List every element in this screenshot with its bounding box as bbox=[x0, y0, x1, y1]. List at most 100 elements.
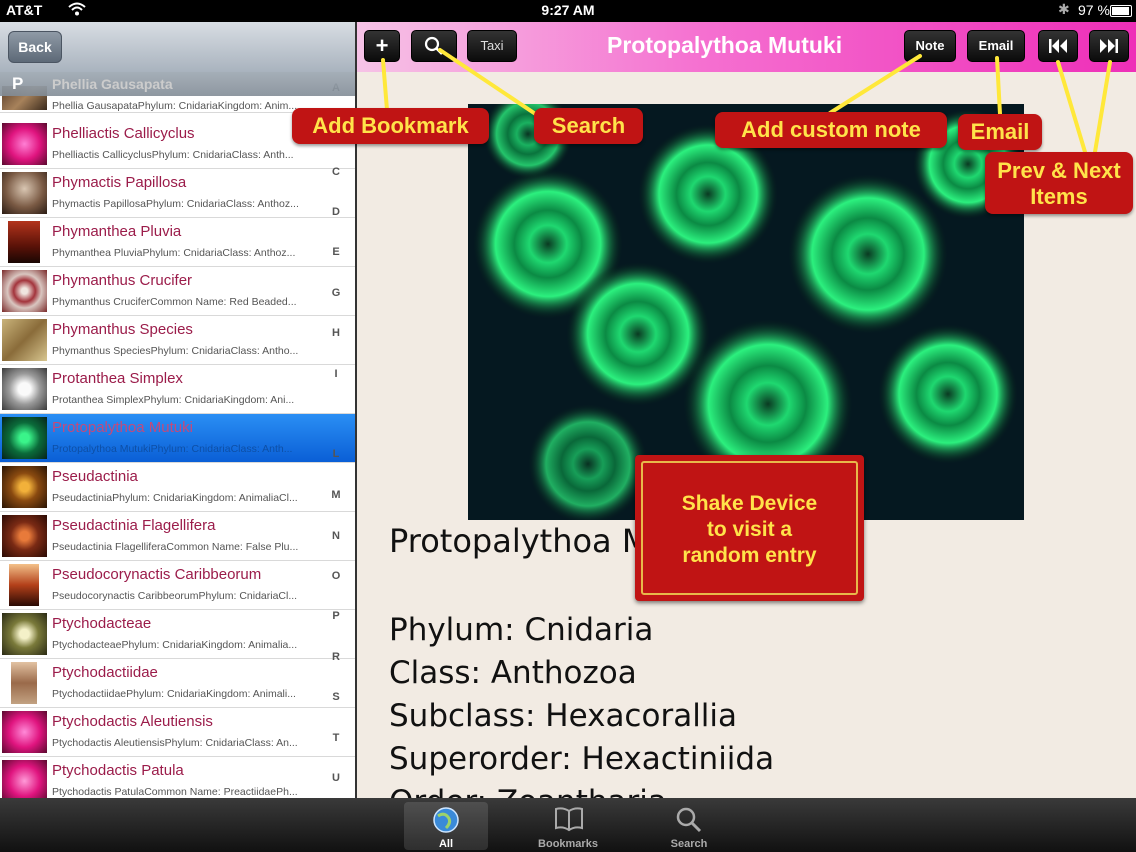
taxonomy-line: Class: Anthozoa bbox=[389, 655, 637, 691]
callout-shake: Shake Device to visit a random entry bbox=[635, 455, 864, 601]
list-item-title: Pseudocorynactis Caribbeorum bbox=[52, 566, 262, 583]
list-item-subtitle: Phymanthus CruciferCommon Name: Red Bead… bbox=[52, 296, 297, 308]
thumbnail bbox=[2, 172, 47, 214]
section-ghost-title: Phellia Gausapata bbox=[52, 76, 173, 92]
index-letter[interactable]: S bbox=[325, 691, 347, 703]
list-item-title: Phymanthus Species bbox=[52, 321, 193, 338]
list-item[interactable]: Phymanthus Crucifer Phymanthus CruciferC… bbox=[0, 267, 355, 316]
list-item[interactable]: Ptychodactis Patula Ptychodactis PatulaC… bbox=[0, 757, 355, 798]
list-item-subtitle: Protanthea SimplexPhylum: CnidariaKingdo… bbox=[52, 394, 295, 406]
list-item[interactable]: Pseudocorynactis Caribbeorum Pseudocoryn… bbox=[0, 561, 355, 610]
skip-back-icon bbox=[1049, 39, 1067, 53]
index-letter[interactable]: L bbox=[325, 448, 347, 460]
index-letter[interactable]: C bbox=[325, 166, 347, 178]
callout-email: Email bbox=[958, 114, 1042, 150]
index-letter[interactable]: D bbox=[325, 206, 347, 218]
bluetooth-icon: ✱ bbox=[1058, 1, 1070, 17]
callout-shake-line3: random entry bbox=[682, 544, 817, 567]
list-item[interactable]: Pseudactinia Flagellifera Pseudactinia F… bbox=[0, 512, 355, 561]
section-header: P Phellia Gausapata bbox=[0, 72, 355, 96]
thumbnail bbox=[9, 564, 39, 606]
callout-add-note: Add custom note bbox=[715, 112, 947, 148]
list-item-title: Pseudactinia Flagellifera bbox=[52, 517, 216, 534]
list-item-subtitle: Phymanthea PluviaPhylum: CnidariaClass: … bbox=[52, 247, 296, 259]
tab-bar: All Bookmarks Search bbox=[0, 798, 1136, 852]
index-letter[interactable]: U bbox=[325, 772, 347, 784]
callout-shake-line1: Shake Device bbox=[681, 492, 818, 515]
section-letter: P bbox=[12, 74, 24, 93]
detail-toolbar: + Taxi Protopalythoa Mutuki Note Email bbox=[357, 22, 1136, 72]
list-item-subtitle: Phymanthus SpeciesPhylum: CnidariaClass:… bbox=[52, 345, 299, 357]
book-icon bbox=[555, 807, 583, 832]
thumbnail bbox=[2, 711, 47, 753]
status-bar: AT&T 9:27 AM ✱ 97 % bbox=[0, 0, 1136, 22]
list-item-title: Ptychodacteae bbox=[52, 615, 152, 632]
taxonomy-line: Phylum: Cnidaria bbox=[389, 612, 654, 648]
globe-icon bbox=[433, 807, 459, 833]
email-button[interactable]: Email bbox=[967, 30, 1025, 62]
list-item[interactable]: Protanthea Simplex Protanthea SimplexPhy… bbox=[0, 365, 355, 414]
index-letter[interactable]: N bbox=[325, 530, 347, 542]
callout-prev-next-line1: Prev & Next bbox=[997, 158, 1121, 183]
list-item[interactable]: Pseudactinia PseudactiniaPhylum: Cnidari… bbox=[0, 463, 355, 512]
index-letter[interactable]: I bbox=[325, 368, 347, 380]
index-letter[interactable]: G bbox=[325, 287, 347, 299]
note-button[interactable]: Note bbox=[904, 30, 956, 62]
list-item[interactable]: Phymactis Papillosa Phymactis PapillosaP… bbox=[0, 169, 355, 218]
list-item-title: Ptychodactis Aleutiensis bbox=[52, 713, 213, 730]
list-item[interactable]: Phymanthea Pluvia Phymanthea PluviaPhylu… bbox=[0, 218, 355, 267]
search-button[interactable] bbox=[411, 30, 457, 62]
list-item-subtitle: Pseudocorynactis CaribbeorumPhylum: Cnid… bbox=[52, 590, 298, 602]
index-letter[interactable]: T bbox=[325, 732, 347, 744]
taxi-button[interactable]: Taxi bbox=[467, 30, 517, 62]
thumbnail bbox=[8, 221, 40, 263]
battery-percent: 97 % bbox=[1078, 2, 1110, 18]
next-item-button[interactable] bbox=[1089, 30, 1129, 62]
list-item[interactable]: Phymanthus Species Phymanthus SpeciesPhy… bbox=[0, 316, 355, 365]
tab-bookmarks[interactable]: Bookmarks bbox=[526, 802, 610, 850]
thumbnail bbox=[2, 417, 47, 459]
list-item[interactable]: Ptychodactiidae PtychodactiidaePhylum: C… bbox=[0, 659, 355, 708]
index-letter[interactable]: O bbox=[325, 570, 347, 582]
thumbnail bbox=[11, 662, 37, 704]
callout-add-bookmark: Add Bookmark bbox=[292, 108, 489, 144]
list-item[interactable]: Ptychodactis Aleutiensis Ptychodactis Al… bbox=[0, 708, 355, 757]
battery-icon bbox=[1110, 5, 1132, 17]
thumbnail bbox=[2, 270, 47, 312]
list-item-subtitle: Phymactis PapillosaPhylum: CnidariaClass… bbox=[52, 198, 299, 210]
previous-item-button[interactable] bbox=[1038, 30, 1078, 62]
list-item-subtitle: Ptychodactis PatulaCommon Name: Preactii… bbox=[52, 786, 298, 798]
taxonomy-line: Superorder: Hexactiniida bbox=[389, 741, 775, 777]
index-letter[interactable]: P bbox=[325, 610, 347, 622]
thumbnail bbox=[2, 123, 47, 165]
tab-all-label: All bbox=[438, 838, 454, 850]
list-item-subtitle: Pseudactinia FlagelliferaCommon Name: Fa… bbox=[52, 541, 299, 553]
thumbnail bbox=[2, 368, 47, 410]
list-item-title: Protanthea Simplex bbox=[52, 370, 183, 387]
index-letter[interactable]: H bbox=[325, 327, 347, 339]
tab-bookmarks-label: Bookmarks bbox=[538, 838, 598, 850]
index-letter[interactable]: M bbox=[325, 489, 347, 501]
callout-shake-line2: to visit a bbox=[706, 518, 793, 541]
list-item-subtitle: Ptychodactis AleutiensisPhylum: Cnidaria… bbox=[52, 737, 298, 749]
list-item-subtitle: PtychodacteaePhylum: CnidariaKingdom: An… bbox=[52, 639, 298, 651]
add-bookmark-button[interactable]: + bbox=[364, 30, 400, 62]
clock: 9:27 AM bbox=[541, 2, 595, 18]
list-item-subtitle: Phelliactis CallicyclusPhylum: CnidariaC… bbox=[52, 149, 294, 161]
list-item-title: Phelliactis Callicyclus bbox=[52, 125, 195, 142]
taxonomy-line: Order: Zoantharia bbox=[389, 784, 667, 798]
thumbnail bbox=[2, 466, 47, 508]
index-letter[interactable]: R bbox=[325, 651, 347, 663]
back-button[interactable]: Back bbox=[8, 31, 62, 63]
list-nav-bar: Back bbox=[0, 22, 355, 73]
tab-all[interactable]: All bbox=[404, 802, 488, 850]
tab-search[interactable]: Search bbox=[647, 802, 731, 850]
list-item-subtitle: Protopalythoa MutukiPhylum: CnidariaClas… bbox=[52, 443, 293, 455]
list-item[interactable]: Ptychodacteae PtychodacteaePhylum: Cnida… bbox=[0, 610, 355, 659]
thumbnail bbox=[2, 760, 47, 798]
list-item-selected[interactable]: Protopalythoa Mutuki Protopalythoa Mutuk… bbox=[0, 414, 355, 463]
callout-search: Search bbox=[534, 108, 643, 144]
skip-forward-icon bbox=[1100, 39, 1118, 53]
list-item-subtitle: PtychodactiidaePhylum: CnidariaKingdom: … bbox=[52, 688, 296, 700]
index-letter[interactable]: E bbox=[325, 246, 347, 258]
